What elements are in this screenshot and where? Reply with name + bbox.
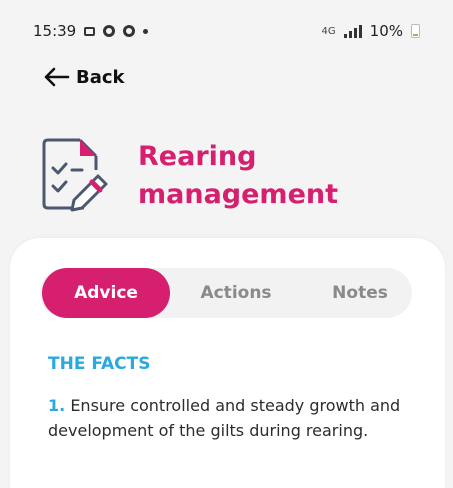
dot-icon [143, 28, 149, 34]
fact-text: Ensure controlled and steady growth and … [48, 396, 401, 440]
tab-actions[interactable]: Actions [180, 268, 292, 318]
fact-item: 1. Ensure controlled and steady growth a… [48, 393, 428, 443]
image-icon [84, 26, 96, 36]
checklist-edit-icon [42, 138, 108, 212]
back-button[interactable]: Back [42, 66, 125, 88]
status-bar: 15:39 4G 10% [0, 0, 453, 62]
battery-percent: 10% [369, 22, 403, 40]
signal-icon [343, 24, 362, 38]
status-right: 4G 10% [322, 22, 420, 40]
status-left: 15:39 [33, 22, 149, 40]
back-label: Back [76, 66, 125, 88]
settings-circle-icon [103, 25, 116, 37]
battery-icon [411, 24, 420, 38]
tab-bar: Advice Actions Notes [40, 268, 412, 318]
fact-number: 1. [48, 396, 66, 415]
section-heading: THE FACTS [48, 354, 151, 374]
tab-advice[interactable]: Advice [42, 268, 170, 318]
page-title: Rearing management [138, 138, 338, 214]
status-time: 15:39 [33, 22, 77, 40]
settings-circle-icon [123, 25, 136, 37]
arrow-left-icon [44, 67, 70, 87]
wifi-calling-icon: 4G [321, 25, 336, 37]
page-title-line2: management [138, 179, 339, 210]
page-title-line1: Rearing [138, 141, 257, 172]
tab-notes[interactable]: Notes [308, 268, 412, 318]
